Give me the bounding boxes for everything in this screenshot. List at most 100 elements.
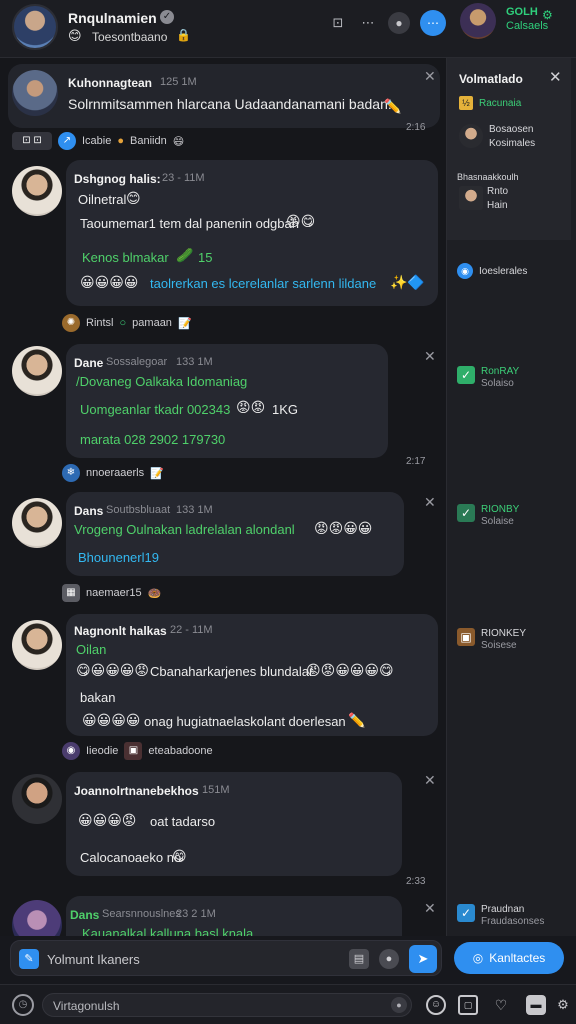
- mic-icon[interactable]: ●: [391, 997, 407, 1013]
- sender-avatar[interactable]: [12, 620, 62, 670]
- pin-icon[interactable]: ⊡: [328, 13, 348, 33]
- sparkle-icon[interactable]: ❄: [62, 464, 80, 482]
- chat-bubble-icon[interactable]: ♡: [490, 995, 512, 1015]
- panel-item-sub: Solaiso: [481, 378, 514, 389]
- record-icon[interactable]: ●: [388, 12, 410, 34]
- sender-avatar[interactable]: [12, 900, 62, 936]
- message-input[interactable]: [47, 949, 327, 969]
- collapse-icon[interactable]: ✕: [424, 900, 436, 917]
- sparkle-icon: ✨🔷: [390, 274, 425, 290]
- panel-item[interactable]: RonRAY: [481, 366, 519, 377]
- panel-item[interactable]: Praudnan: [481, 904, 524, 915]
- send-icon[interactable]: ➤: [409, 945, 437, 973]
- message-link[interactable]: taolrerkan es lcerelanlar sarlenn lildan…: [150, 276, 376, 291]
- checkbox-icon[interactable]: ✓: [457, 366, 475, 384]
- member-avatar[interactable]: [459, 186, 483, 210]
- message-list[interactable]: Kuhonnagtean 125 1M ✕ Solrnmitsammen hla…: [0, 58, 446, 936]
- sender-avatar[interactable]: [12, 166, 62, 216]
- emoji-icon: 📝: [177, 317, 192, 330]
- sender-name[interactable]: Dans: [70, 908, 99, 922]
- sender-handle: Sossalegoar: [106, 356, 168, 368]
- message-text: Calocanoaeko no: [80, 850, 182, 865]
- status-emoji-2: 🔒: [176, 28, 191, 42]
- message-text: Uomgeanlar tkadr 002343: [80, 402, 231, 417]
- thumbnail-icon[interactable]: ▣: [457, 628, 475, 646]
- more-icon[interactable]: ⋯: [358, 13, 378, 33]
- bottom-bar: ◷ ● ☺ ▢ ♡ ▬ ⚙: [0, 984, 576, 1024]
- camera-icon[interactable]: ▣: [124, 742, 143, 760]
- game-icon[interactable]: ◉: [62, 742, 80, 760]
- message-bubble[interactable]: Kuhonnagtean 125 1M ✕ Solrnmitsammen hla…: [8, 64, 440, 133]
- contact-avatar[interactable]: [12, 4, 58, 50]
- share-icon[interactable]: ↗: [58, 132, 76, 150]
- image-icon[interactable]: ▤: [349, 949, 369, 969]
- message-extra: 1KG: [272, 402, 299, 417]
- details-card: Volmatlado ✕ ½ Racunaia Bosaosen Kosimal…: [447, 58, 571, 240]
- call-icon[interactable]: ⋯: [420, 10, 446, 36]
- close-icon[interactable]: ✕: [424, 68, 436, 85]
- message-text: marata 028 2902 179730: [80, 432, 226, 447]
- member-avatar[interactable]: [459, 124, 483, 148]
- sender-avatar[interactable]: [12, 346, 62, 396]
- sender-name[interactable]: Dans: [74, 504, 103, 518]
- reaction-row: ▦ naemaer15 🍩: [62, 584, 161, 602]
- emoji-icon: 😡😋: [286, 213, 316, 229]
- message-bubble[interactable]: Dshgnog halis: 23 - 11M Oilnetral 😊 Taou…: [66, 160, 438, 306]
- attach-icon[interactable]: ✎: [19, 949, 39, 969]
- image-icon[interactable]: ▦: [62, 584, 80, 602]
- clock-icon[interactable]: ◷: [12, 994, 34, 1016]
- emoji-icon: 😀😀😀😡: [78, 812, 137, 828]
- sender-avatar[interactable]: [12, 70, 58, 116]
- gear-icon[interactable]: ✺: [62, 314, 80, 332]
- header-actions: ⊡ ⋯ ● ⋯: [328, 10, 446, 36]
- profile-avatar[interactable]: [460, 3, 496, 39]
- emoji-picker-icon[interactable]: ☺: [426, 995, 446, 1015]
- message-bubble[interactable]: Joannolrtnanebekhos 151M 😀😀😀😡 oat tadars…: [66, 772, 402, 876]
- message-bubble[interactable]: Dans Searsnnouslnes 23 2 1M Kauanalkal k…: [66, 896, 402, 936]
- collapse-icon[interactable]: ✕: [424, 772, 436, 789]
- emoji-icon: 😀😀😀😀: [80, 274, 139, 290]
- panel-item[interactable]: RIONBY: [481, 504, 519, 515]
- checkbox-icon[interactable]: ✓: [457, 904, 475, 922]
- panel-item[interactable]: RIONKEY: [481, 628, 526, 639]
- collapse-icon[interactable]: ✕: [424, 348, 436, 365]
- emoji-icon: 😡😡😀😀: [314, 520, 373, 536]
- message-time: 23 - 11M: [162, 172, 205, 184]
- calendar-icon[interactable]: ½: [459, 96, 473, 110]
- message-text: Taoumemar1 tem dal panenin odgbah: [80, 216, 299, 231]
- sender-avatar[interactable]: [12, 774, 62, 824]
- menu-icon[interactable]: ▬: [526, 995, 546, 1015]
- status-dot-icon: ○: [119, 317, 127, 329]
- collapse-icon[interactable]: ✕: [424, 494, 436, 511]
- checkbox-icon[interactable]: ✓: [457, 504, 475, 522]
- message-bubble[interactable]: Dans Soutbsbluaat 133 1M Vrogeng Oulnaka…: [66, 492, 404, 576]
- gallery-icon[interactable]: ▢: [458, 995, 478, 1015]
- panel-item[interactable]: Bosaosen: [489, 124, 533, 135]
- reaction-label: nnoeraaerls: [86, 467, 145, 479]
- contacts-button[interactable]: ◎ Kanltactes: [454, 942, 564, 974]
- contact-name[interactable]: Rnqulnamien: [68, 10, 157, 26]
- panel-link-icon[interactable]: ◉: [457, 263, 473, 279]
- message-link[interactable]: Bhounenerl19: [78, 550, 159, 565]
- voice-icon[interactable]: ●: [379, 949, 399, 969]
- sender-name[interactable]: Dshgnog halis:: [74, 172, 161, 186]
- sender-name[interactable]: Kuhonnagtean: [68, 76, 152, 90]
- panel-item[interactable]: Rnto: [487, 186, 508, 197]
- sender-avatar[interactable]: [12, 498, 62, 548]
- close-icon[interactable]: ✕: [549, 68, 562, 86]
- sender-name[interactable]: Dane: [74, 356, 103, 370]
- message-text: Cbanaharkarjenes blundalar: [150, 664, 314, 679]
- message-bubble[interactable]: Nagnonlt halkas 22 - 11M Oilan 😋😀😀😀😡 Cba…: [66, 614, 438, 736]
- pin-icon[interactable]: ⊡ ⊡: [12, 132, 52, 150]
- panel-item[interactable]: Bhasnaakkoulh: [457, 172, 519, 182]
- panel-item[interactable]: Ioeslerales: [479, 266, 527, 277]
- message-text: Oilan: [76, 642, 107, 657]
- sender-name[interactable]: Nagnonlt halkas: [74, 624, 167, 638]
- reaction-row: ❄ nnoeraaerls 📝: [62, 464, 164, 482]
- settings-icon[interactable]: ⚙: [542, 8, 553, 22]
- sender-name[interactable]: Joannolrtnanebekhos: [74, 784, 199, 798]
- settings-icon[interactable]: ⚙: [554, 995, 572, 1015]
- bottom-search-input[interactable]: [53, 998, 353, 1014]
- message-bubble[interactable]: Dane Sossalegoar 133 1M /Dovaneg Oalkaka…: [66, 344, 388, 458]
- panel-item[interactable]: Racunaia: [479, 98, 521, 109]
